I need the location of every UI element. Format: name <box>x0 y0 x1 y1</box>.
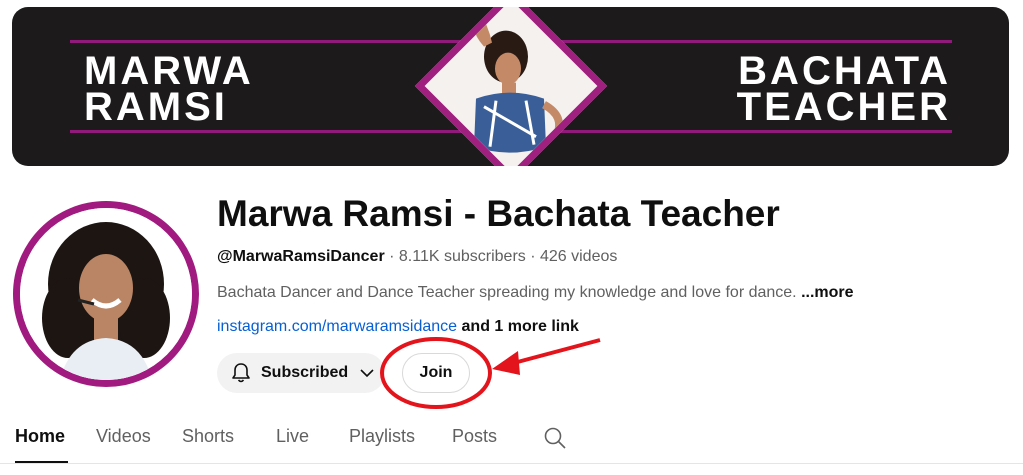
subscriber-count: 8.11K subscribers <box>398 248 526 265</box>
instagram-link[interactable]: instagram.com/marwaramsidance <box>217 318 457 335</box>
banner-diamond-photo <box>414 7 608 166</box>
banner-teacher-text: BACHATA TEACHER <box>736 49 951 129</box>
join-button[interactable]: Join <box>402 353 470 393</box>
video-count: 426 videos <box>539 248 618 265</box>
description-text: Bachata Dancer and Dance Teacher spreadi… <box>217 284 802 301</box>
more-link[interactable]: ...more <box>801 284 853 301</box>
channel-handle: @MarwaRamsiDancer <box>217 248 385 265</box>
channel-links: instagram.com/marwaramsidance and 1 more… <box>217 318 579 336</box>
annotation-arrow-head <box>492 351 520 375</box>
channel-title: Marwa Ramsi - Bachata Teacher <box>217 193 780 234</box>
avatar-photo <box>20 208 192 380</box>
more-links-link[interactable]: and 1 more link <box>457 318 579 335</box>
channel-description[interactable]: Bachata Dancer and Dance Teacher spreadi… <box>217 284 854 302</box>
search-icon[interactable] <box>543 426 567 455</box>
banner-name-text: MARWA RAMSI <box>84 49 254 129</box>
channel-banner: MARWA RAMSI BACHATA TEACHER <box>12 7 1009 166</box>
channel-meta: @MarwaRamsiDancer · 8.11K subscribers · … <box>217 248 617 266</box>
dancer-photo <box>414 7 608 166</box>
annotation-arrow-shaft <box>509 338 601 366</box>
channel-tabs: Home Videos Shorts Live Playlists Posts <box>0 420 1023 466</box>
tabs-divider <box>0 463 1023 464</box>
bell-icon <box>231 362 251 384</box>
profile-photo <box>20 208 192 380</box>
subscribed-label: Subscribed <box>261 364 349 381</box>
meta-separator: · <box>525 248 540 265</box>
tab-videos[interactable]: Videos <box>96 426 151 447</box>
tab-home[interactable]: Home <box>15 426 65 447</box>
tab-playlists[interactable]: Playlists <box>349 426 415 447</box>
channel-avatar[interactable] <box>13 201 199 387</box>
subscribed-button[interactable]: Subscribed <box>217 353 385 393</box>
tab-live[interactable]: Live <box>276 426 309 447</box>
tab-posts[interactable]: Posts <box>452 426 497 447</box>
meta-separator: · <box>384 248 399 265</box>
tab-shorts[interactable]: Shorts <box>182 426 234 447</box>
chevron-down-icon <box>358 364 376 382</box>
